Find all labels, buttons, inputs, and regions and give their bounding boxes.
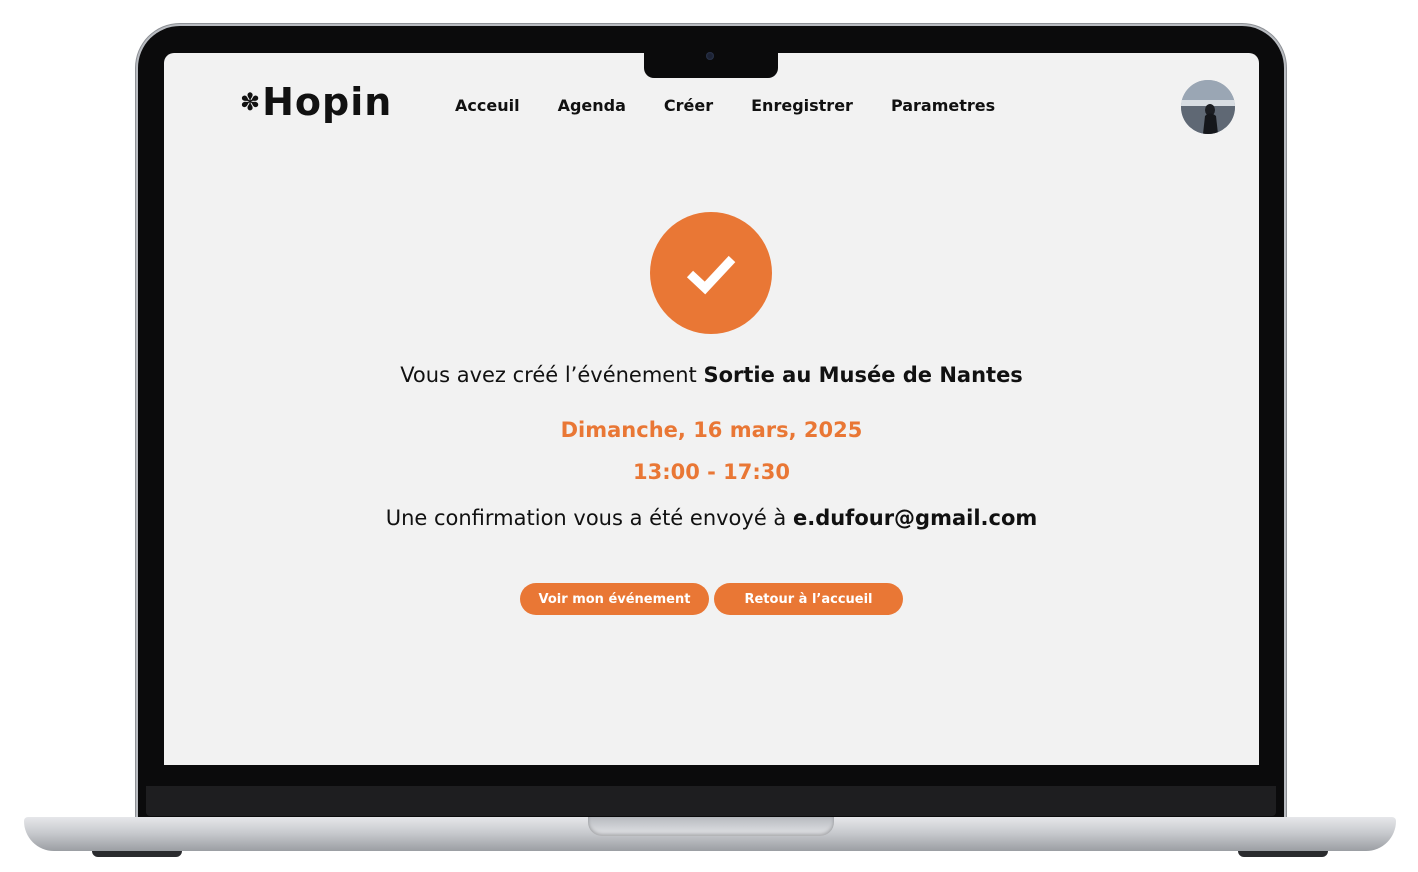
nav-item-enregistrer[interactable]: Enregistrer — [751, 96, 853, 115]
confirmation-sent-message: Une confirmation vous a été envoyé à e.d… — [164, 506, 1259, 530]
check-icon — [686, 255, 736, 295]
main-nav: Acceuil Agenda Créer Enregistrer Paramet… — [455, 96, 995, 115]
laptop-foot-right — [1238, 851, 1328, 857]
camera-icon — [706, 52, 714, 60]
event-created-message: Vous avez créé l’événement Sortie au Mus… — [164, 363, 1259, 387]
event-date: Dimanche, 16 mars, 2025 — [560, 418, 863, 442]
nav-item-agenda[interactable]: Agenda — [558, 96, 626, 115]
laptop-foot-left — [92, 851, 182, 857]
logo-text: Hopin — [262, 80, 393, 124]
nav-item-creer[interactable]: Créer — [664, 96, 713, 115]
event-time: 13:00 - 17:30 — [632, 460, 791, 484]
app-logo[interactable]: ✽ Hopin — [240, 83, 392, 121]
nav-item-parametres[interactable]: Parametres — [891, 96, 995, 115]
flower-icon: ✽ — [240, 88, 261, 116]
event-name: Sortie au Musée de Nantes — [703, 363, 1023, 387]
event-created-intro: Vous avez créé l’événement — [400, 363, 697, 387]
confirmation-sent-text: Une confirmation vous a été envoyé à — [385, 506, 787, 530]
app-screen: ✽ Hopin Acceuil Agenda Créer Enregistrer… — [164, 53, 1259, 765]
user-avatar[interactable] — [1181, 80, 1235, 134]
recipient-email: e.dufour@gmail.com — [792, 506, 1038, 530]
base-opening-notch — [588, 817, 834, 836]
laptop-mockup: ✽ Hopin Acceuil Agenda Créer Enregistrer… — [0, 0, 1418, 872]
back-home-button[interactable]: Retour à l’accueil — [714, 583, 903, 615]
view-event-button[interactable]: Voir mon événement — [520, 583, 709, 615]
lower-bezel — [146, 786, 1276, 816]
avatar-photo — [1181, 80, 1235, 134]
success-badge — [650, 212, 772, 334]
nav-item-acceuil[interactable]: Acceuil — [455, 96, 520, 115]
